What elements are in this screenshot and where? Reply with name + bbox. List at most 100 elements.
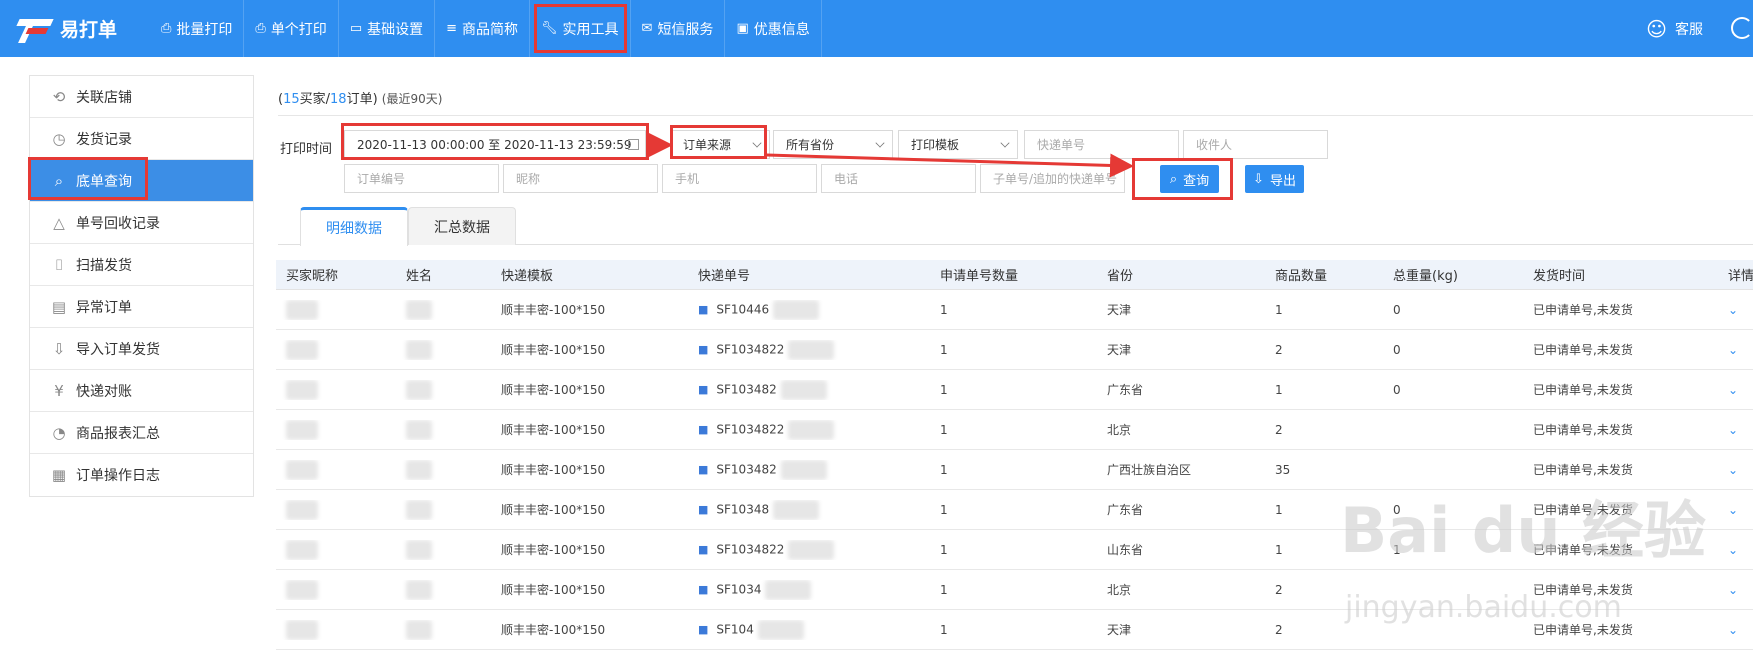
truck-icon: ■ (698, 543, 709, 556)
placeholder: 电话 (834, 172, 859, 186)
weight-cell: 0 (1393, 342, 1401, 357)
sidebar-item-label: 快递对账 (76, 383, 132, 400)
express-cell[interactable]: ■ SF103482 (688, 379, 930, 400)
mobile-input[interactable]: 手机 (662, 164, 817, 193)
order-no-input[interactable]: 订单编号 (344, 164, 499, 193)
export-button[interactable]: ⇩ 导出 (1245, 165, 1304, 193)
nickname-input[interactable]: 昵称 (503, 164, 658, 193)
sidebar-item-label: 扫描发货 (76, 257, 132, 274)
expand-icon[interactable]: ⌄ (1718, 543, 1753, 557)
template-cell: 顺丰丰密-100*150 (501, 423, 606, 437)
expand-icon[interactable]: ⌄ (1718, 463, 1753, 477)
expand-icon[interactable]: ⌄ (1718, 503, 1753, 517)
nav-sms-service[interactable]: ✉ 短信服务 (631, 0, 726, 57)
printer-icon: ⎙ (161, 21, 172, 36)
scan-icon: ⌷ (54, 255, 64, 274)
tab-detail[interactable]: 明细数据 (300, 207, 408, 246)
template-cell: 顺丰丰密-100*150 (501, 463, 606, 477)
table-row[interactable]: 顺丰丰密-100*150 ■ SF10446 1 天津 1 0 已申请单号,未发货 ⌄ (276, 290, 1753, 330)
query-button[interactable]: ⌕ 查询 (1160, 165, 1219, 193)
sidebar-item-linked-shops[interactable]: ⟲ 关联店铺 (30, 76, 253, 118)
phone-input[interactable]: 电话 (821, 164, 976, 193)
col-express[interactable]: 快递单号 (688, 265, 930, 284)
col-detail[interactable]: 详情 (1718, 265, 1753, 284)
divider (278, 115, 1753, 116)
col-weight[interactable]: 总重量(kg) (1383, 265, 1523, 284)
table-row[interactable]: 顺丰丰密-100*150 ■ SF103482 1 广东省 1 0 已申请单号,未发货 ⌄ (276, 370, 1753, 410)
express-cell[interactable]: ■ SF1034822 (688, 539, 930, 560)
buyer-cell (276, 459, 396, 480)
search-icon: ⌕ (54, 171, 64, 190)
col-apply-count[interactable]: 申请单号数量 (930, 265, 1097, 284)
document-icon: ▤ (51, 297, 67, 316)
date-range-picker[interactable]: 2020-11-13 00:00:00 至 2020-11-13 23:59:5… (344, 130, 646, 159)
expand-icon[interactable]: ⌄ (1718, 583, 1753, 597)
express-cell[interactable]: ■ SF103482 (688, 459, 930, 480)
sidebar-item-express-reconcile[interactable]: ¥ 快递对账 (30, 370, 253, 412)
sidebar-item-waybill-query[interactable]: ⌕ 底单查询 (30, 160, 253, 202)
ship-time-cell: 已申请单号,未发货 (1533, 343, 1633, 357)
apply-count-cell: 1 (940, 462, 948, 477)
expand-icon[interactable]: ⌄ (1718, 303, 1753, 317)
tab-summary[interactable]: 汇总数据 (408, 207, 516, 245)
user-icon[interactable] (1731, 17, 1753, 39)
col-province[interactable]: 省份 (1097, 265, 1265, 284)
express-no: SF10348 (716, 502, 770, 516)
province-cell: 北京 (1107, 583, 1132, 597)
col-goods[interactable]: 商品数量 (1265, 265, 1383, 284)
template-cell: 顺丰丰密-100*150 (501, 503, 606, 517)
apply-count-cell: 1 (940, 622, 948, 637)
order-count: 18 (330, 92, 347, 107)
nav-label: 批量打印 (176, 21, 233, 38)
table-row[interactable]: 顺丰丰密-100*150 ■ SF1034822 1 北京 2 已申请单号,未发货 ⌄ (276, 410, 1753, 450)
nav-product-shortname[interactable]: ≡ 商品简称 (435, 0, 531, 57)
express-cell[interactable]: ■ SF1034 (688, 579, 930, 600)
sub-no-input[interactable]: 子单号/追加的快递单号 (980, 164, 1125, 193)
customer-service-button[interactable]: ☺ 客服 (1646, 0, 1703, 57)
col-buyer[interactable]: 买家昵称 (276, 265, 396, 284)
buyer-label: 买家/ (299, 92, 331, 107)
nav-basic-settings[interactable]: ▭ 基础设置 (339, 0, 436, 57)
province-select[interactable]: 所有省份 (773, 130, 893, 159)
col-name[interactable]: 姓名 (396, 265, 491, 284)
sidebar-item-operation-log[interactable]: ▦ 订单操作日志 (30, 454, 253, 496)
sidebar-item-recycle-records[interactable]: △ 单号回收记录 (30, 202, 253, 244)
sidebar-item-shipping-records[interactable]: ◷ 发货记录 (30, 118, 253, 160)
province-cell: 北京 (1107, 423, 1132, 437)
expand-icon[interactable]: ⌄ (1718, 623, 1753, 637)
clock-icon: ◷ (52, 129, 66, 148)
nav-tools[interactable]: 🔧︎ 实用工具 (530, 0, 631, 57)
express-no-input[interactable]: 快递单号 (1024, 130, 1179, 159)
apply-count-cell: 1 (940, 502, 948, 517)
express-no: SF10446 (716, 302, 770, 316)
express-cell[interactable]: ■ SF104 (688, 619, 930, 640)
sidebar-item-scan-ship[interactable]: ⌷ 扫描发货 (30, 244, 253, 286)
express-cell[interactable]: ■ SF10446 (688, 299, 930, 320)
app-logo[interactable]: 易打单 (0, 15, 150, 43)
sidebar-item-abnormal-orders[interactable]: ▤ 异常订单 (30, 286, 253, 328)
nav-promotions[interactable]: ▣ 优惠信息 (725, 0, 822, 57)
express-cell[interactable]: ■ SF1034822 (688, 419, 930, 440)
col-ship-time[interactable]: 发货时间 (1523, 265, 1718, 284)
col-template[interactable]: 快递模板 (491, 265, 688, 284)
sidebar-item-import-orders[interactable]: ⇩ 导入订单发货 (30, 328, 253, 370)
export-label: 导出 (1269, 173, 1296, 189)
expand-icon[interactable]: ⌄ (1718, 343, 1753, 357)
truck-icon: ■ (698, 623, 709, 636)
order-source-select[interactable]: 订单来源 (670, 130, 770, 159)
table-row[interactable]: 顺丰丰密-100*150 ■ SF1034822 1 天津 2 0 已申请单号,未发货 ⌄ (276, 330, 1753, 370)
expand-icon[interactable]: ⌄ (1718, 383, 1753, 397)
data-tabs: 明细数据 汇总数据 (278, 207, 1753, 246)
receiver-input[interactable]: 收件人 (1183, 130, 1328, 159)
buyer-cell (276, 499, 396, 520)
sidebar: ⟲ 关联店铺 ◷ 发货记录 ⌕ 底单查询 △ 单号回收记录 ⌷ 扫描发货 ▤ 异常订单 ⇩ 导… (29, 75, 254, 497)
print-template-select[interactable]: 打印模板 (898, 130, 1018, 159)
nav-single-print[interactable]: ⎙ 单个打印 (244, 0, 339, 57)
nav-batch-print[interactable]: ⎙ 批量打印 (150, 0, 245, 57)
express-cell[interactable]: ■ SF10348 (688, 499, 930, 520)
express-cell[interactable]: ■ SF1034822 (688, 339, 930, 360)
expand-icon[interactable]: ⌄ (1718, 423, 1753, 437)
sidebar-item-product-report[interactable]: ◔ 商品报表汇总 (30, 412, 253, 454)
chevron-down-icon (752, 138, 762, 148)
province-cell: 天津 (1107, 623, 1132, 637)
